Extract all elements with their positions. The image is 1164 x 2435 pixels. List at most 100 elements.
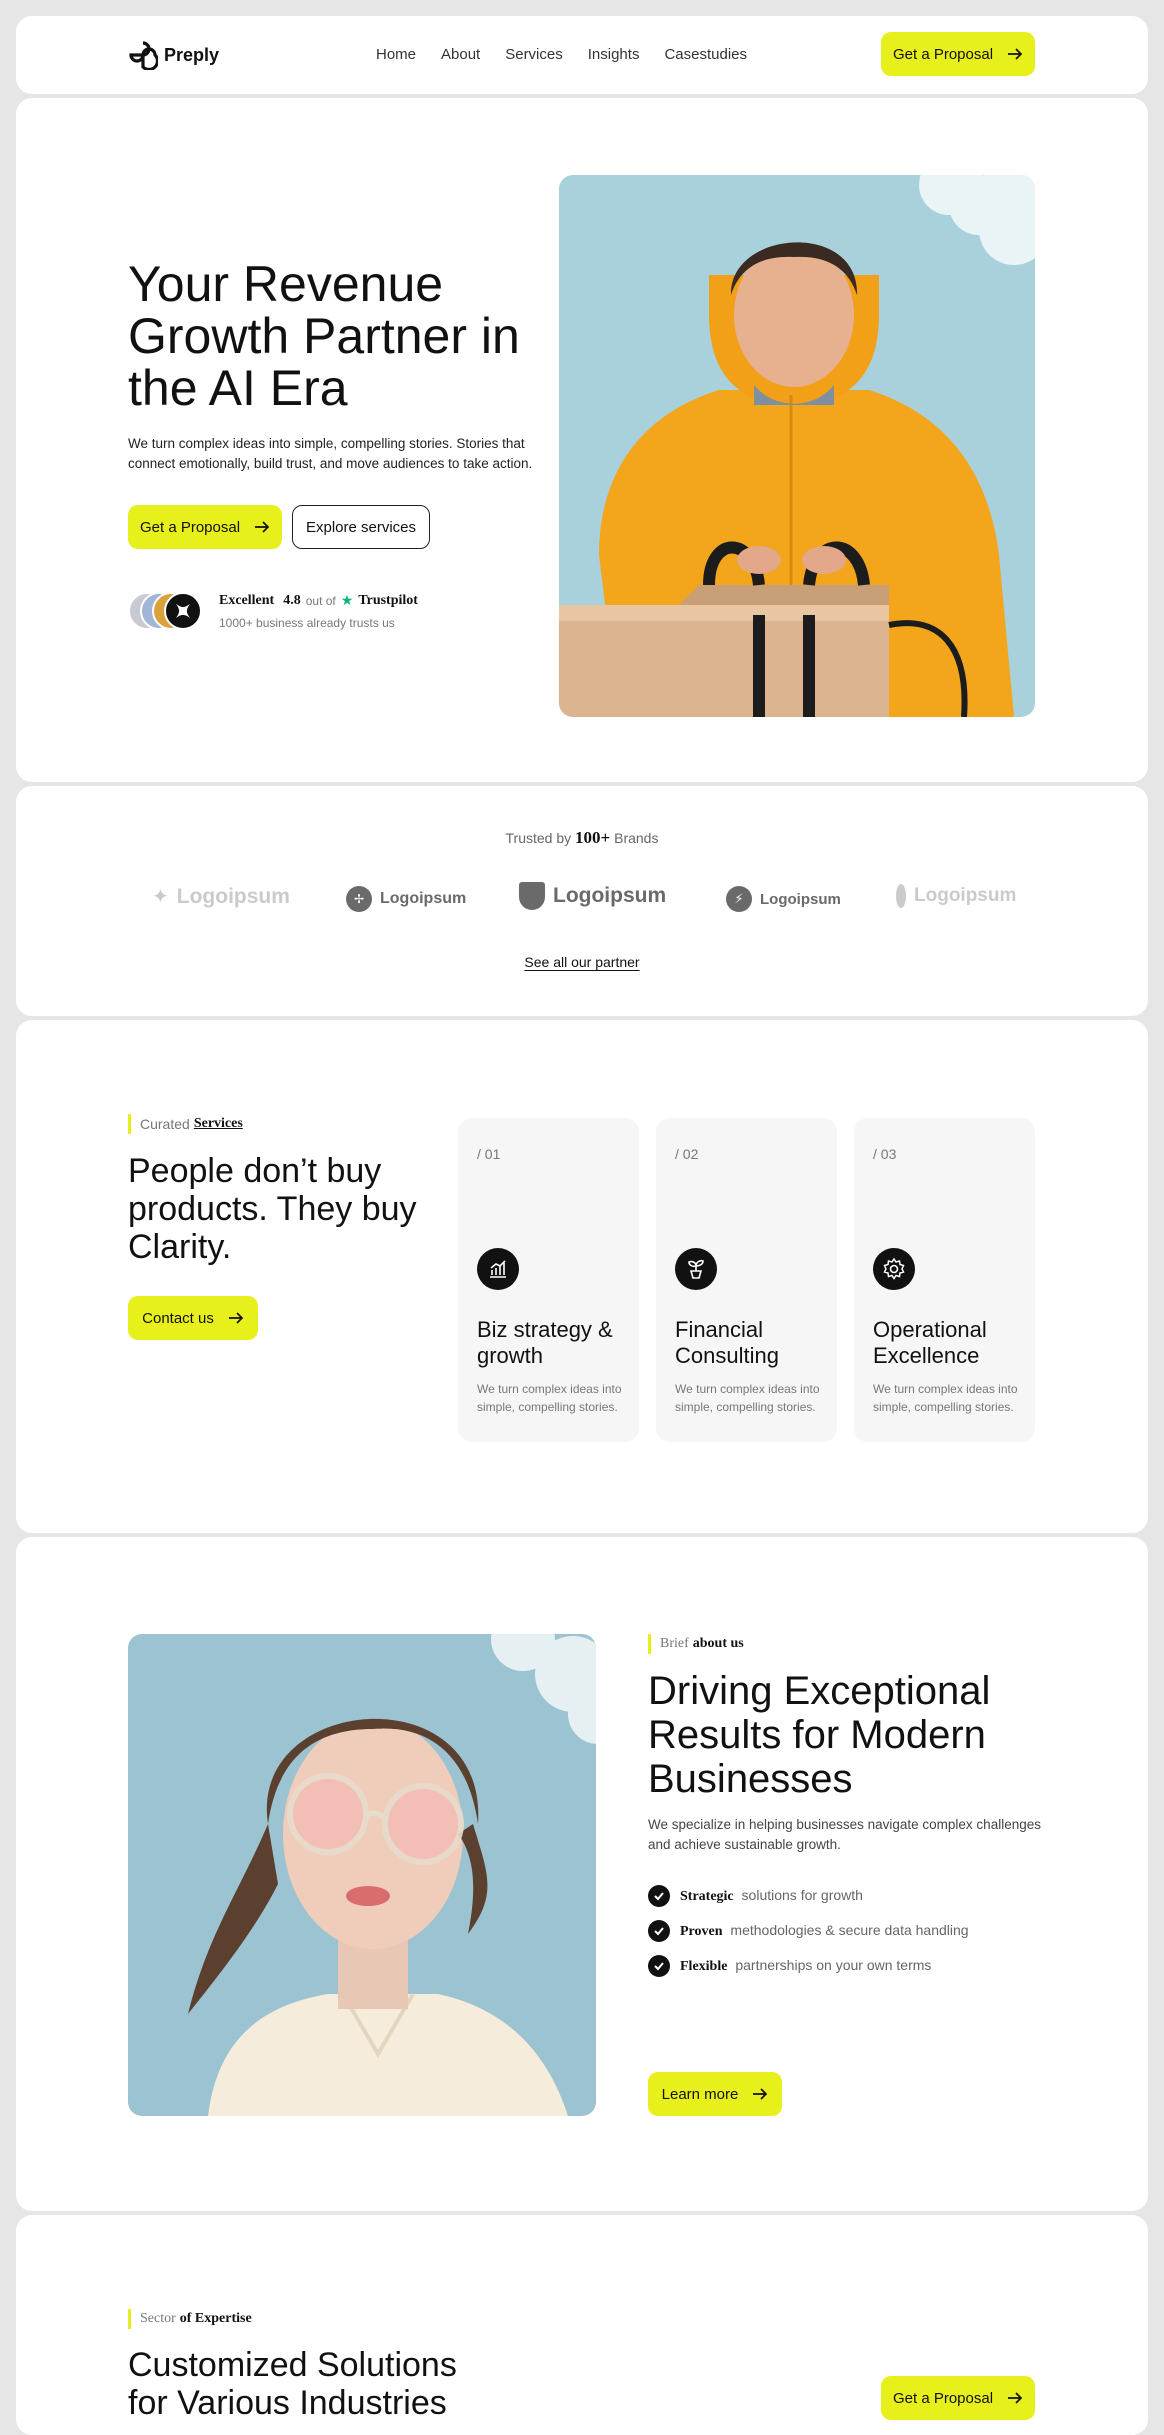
dots-circle-icon: ✢ bbox=[346, 886, 372, 912]
expertise-proposal-label: Get a Proposal bbox=[892, 2389, 994, 2407]
service-card-operational[interactable]: / 03 Operational Excellence We turn comp… bbox=[854, 1118, 1035, 1442]
partner-logo-2: ✢ Logoipsum bbox=[346, 886, 466, 912]
hero-proposal-button[interactable]: Get a Proposal bbox=[128, 505, 282, 549]
brands-count: 100+ bbox=[575, 828, 611, 847]
service-number: / 03 bbox=[873, 1146, 897, 1162]
hero-title: Your Revenue Growth Partner in the AI Er… bbox=[128, 256, 520, 416]
about-photo bbox=[128, 1634, 596, 2116]
tag-bold: Services bbox=[193, 1116, 243, 1131]
service-desc: We turn complex ideas into simple, compe… bbox=[873, 1382, 1018, 1414]
explore-services-button[interactable]: Explore services bbox=[292, 505, 430, 549]
partner-logo-text: Logoipsum bbox=[176, 884, 290, 908]
check-circle-icon bbox=[648, 1885, 670, 1907]
services-tag: Curated Services bbox=[128, 1114, 243, 1134]
point-bold: Strategic bbox=[680, 1889, 734, 1904]
rating-brand: Trustpilot bbox=[358, 592, 418, 608]
partner-logo-4: ⚡ Logoipsum bbox=[726, 886, 841, 912]
nav-services[interactable]: Services bbox=[505, 46, 563, 63]
point-text: partnerships on your own terms bbox=[735, 1957, 932, 1973]
arrow-right-icon bbox=[1008, 48, 1023, 60]
nav-home[interactable]: Home bbox=[376, 46, 416, 63]
check-circle-icon bbox=[648, 1920, 670, 1942]
contact-us-button[interactable]: Contact us bbox=[128, 1296, 258, 1340]
expertise-proposal-button[interactable]: Get a Proposal bbox=[881, 2376, 1035, 2420]
point-bold: Proven bbox=[680, 1924, 723, 1939]
partner-logo-3: Logoipsum bbox=[519, 882, 666, 910]
ring-icon bbox=[896, 884, 906, 908]
partner-logo-text: Logoipsum bbox=[553, 884, 667, 907]
nav-links: Home About Services Insights Casestudies bbox=[376, 46, 747, 63]
brands-heading: Trusted by 100+ Brands bbox=[16, 828, 1148, 848]
nav-proposal-label: Get a Proposal bbox=[892, 45, 994, 63]
hero-section: Your Revenue Growth Partner in the AI Er… bbox=[16, 98, 1148, 782]
arrow-right-icon bbox=[255, 521, 270, 533]
point-text: methodologies & secure data handling bbox=[730, 1922, 969, 1938]
about-points: Strategic solutions for growth Proven me… bbox=[648, 1884, 969, 1978]
about-title: Driving Exceptional Results for Modern B… bbox=[648, 1669, 991, 1801]
see-partners-link[interactable]: See all our partner bbox=[16, 954, 1148, 970]
expertise-section: Sector of Expertise Customized Solutions… bbox=[16, 2215, 1148, 2435]
brand-mark-icon bbox=[129, 41, 158, 70]
point-item: Flexible partnerships on your own terms bbox=[648, 1954, 969, 1978]
partner-logo-5: Logoipsum bbox=[896, 884, 1016, 908]
tag-bold: of Expertise bbox=[179, 2311, 252, 2326]
nav-casestudies[interactable]: Casestudies bbox=[664, 46, 747, 63]
sparkle-icon bbox=[175, 603, 191, 619]
bar-chart-icon bbox=[477, 1248, 519, 1290]
partner-logo-text: Logoipsum bbox=[914, 885, 1016, 906]
rating-line: Excellent 4.8 out of ★ Trustpilot bbox=[219, 592, 418, 609]
about-section: Brief about us Driving Exceptional Resul… bbox=[16, 1537, 1148, 2211]
check-circle-icon bbox=[648, 1955, 670, 1977]
learn-more-label: Learn more bbox=[661, 2085, 739, 2103]
about-subtitle: We specialize in helping businesses navi… bbox=[648, 1817, 1041, 1852]
point-text: solutions for growth bbox=[741, 1887, 863, 1903]
rating-word: Excellent bbox=[219, 592, 275, 608]
bolt-icon: ✦ bbox=[152, 886, 169, 908]
service-card-biz-strategy[interactable]: / 01 Biz strategy & growth We turn compl… bbox=[458, 1118, 639, 1442]
nav-about[interactable]: About bbox=[441, 46, 480, 63]
nav-insights[interactable]: Insights bbox=[588, 46, 640, 63]
point-bold: Flexible bbox=[680, 1959, 728, 1974]
learn-more-button[interactable]: Learn more bbox=[648, 2072, 782, 2116]
arrow-right-icon bbox=[1008, 2392, 1023, 2404]
partner-logo-text: Logoipsum bbox=[760, 890, 841, 908]
shield-icon bbox=[519, 882, 545, 910]
point-item: Strategic solutions for growth bbox=[648, 1884, 969, 1908]
accent-bar bbox=[128, 1114, 131, 1134]
contact-us-label: Contact us bbox=[142, 1309, 214, 1327]
accent-bar bbox=[128, 2309, 131, 2329]
arrow-right-icon bbox=[228, 1312, 244, 1324]
service-number: / 01 bbox=[477, 1146, 501, 1162]
tag-light: Curated bbox=[140, 1116, 190, 1132]
brands-suffix: Brands bbox=[614, 830, 659, 846]
lightning-icon: ⚡ bbox=[726, 886, 752, 912]
sprout-icon bbox=[675, 1248, 717, 1290]
brands-section: Trusted by 100+ Brands ✦ Logoipsum ✢ Log… bbox=[16, 786, 1148, 1016]
about-tag: Brief about us bbox=[648, 1634, 744, 1654]
star-icon: ★ bbox=[340, 592, 354, 608]
rating-value: 4.8 bbox=[283, 592, 301, 608]
services-title: People don’t buy products. They buy Clar… bbox=[128, 1152, 417, 1266]
hero-photo bbox=[559, 175, 1035, 717]
brands-prefix: Trusted by bbox=[505, 830, 572, 846]
nav-proposal-button[interactable]: Get a Proposal bbox=[881, 32, 1035, 76]
service-title: Biz strategy & growth bbox=[477, 1317, 613, 1368]
trust-text: 1000+ business already trusts us bbox=[219, 616, 395, 630]
services-section: Curated Services People don’t buy produc… bbox=[16, 1020, 1148, 1533]
gear-icon bbox=[873, 1248, 915, 1290]
accent-bar bbox=[648, 1634, 651, 1654]
arrow-right-icon bbox=[753, 2088, 768, 2100]
hero-subtitle: We turn complex ideas into simple, compe… bbox=[128, 436, 533, 471]
brand-logo[interactable]: Preply bbox=[128, 40, 219, 70]
service-title: Operational Excellence bbox=[873, 1317, 987, 1368]
expertise-tag: Sector of Expertise bbox=[128, 2309, 252, 2329]
explore-services-label: Explore services bbox=[305, 518, 417, 536]
service-desc: We turn complex ideas into simple, compe… bbox=[675, 1382, 820, 1414]
partner-logo-text: Logoipsum bbox=[380, 890, 467, 907]
service-desc: We turn complex ideas into simple, compe… bbox=[477, 1382, 622, 1414]
service-card-financial[interactable]: / 02 Financial Consulting We turn comple… bbox=[656, 1118, 837, 1442]
avatar bbox=[164, 592, 202, 630]
avatar-stack bbox=[128, 592, 218, 632]
service-title: Financial Consulting bbox=[675, 1317, 779, 1368]
tag-light: Brief bbox=[660, 1636, 689, 1651]
